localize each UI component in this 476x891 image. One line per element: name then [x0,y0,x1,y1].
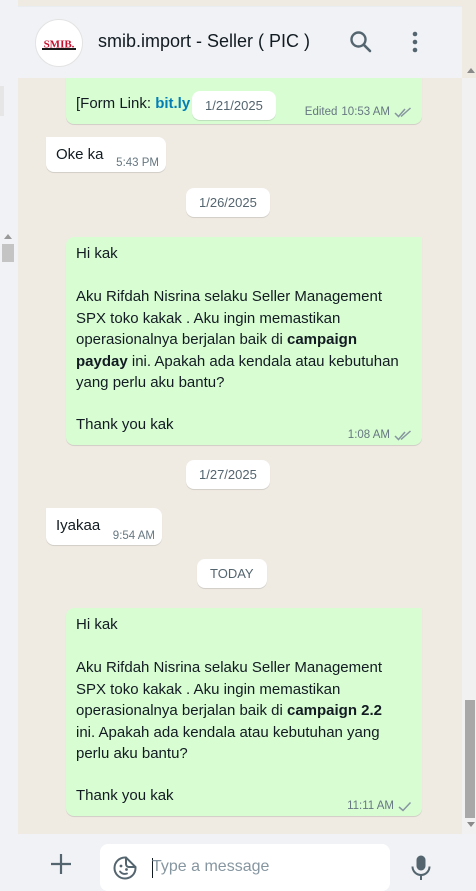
message-input-box[interactable] [100,844,390,891]
floating-date-pill: 1/21/2025 [192,91,276,120]
message-text: Oke ka [56,146,104,163]
contact-avatar[interactable]: SMIB. [35,19,83,67]
chat-title[interactable]: smib.import - Seller ( PIC ) [98,31,310,52]
date-separator: TODAY [197,559,267,588]
edited-label: Edited [304,106,338,118]
message-line: payday ini. Apakah ada kendala atau kebu… [76,352,399,370]
double-check-icon [394,430,412,441]
message-line: SPX toko kakak . Aku ingin memastikan [76,309,341,327]
message-line: ini. Apakah ada kendala atau kebutuhan y… [76,723,380,741]
pane-tab [0,86,4,116]
message-bubble-incoming[interactable]: Oke ka 5:43 PM [46,137,166,172]
single-check-icon [398,802,412,812]
message-list[interactable]: [Form Link: bit.ly Edited 10:53 AM 1/21/… [18,78,462,834]
message-meta: 5:43 PM [116,153,159,175]
message-greeting: Hi kak [76,616,118,633]
message-time: 10:53 AM [341,106,390,118]
message-meta: Edited 10:53 AM [305,102,412,124]
message-meta: 11:11 AM [347,796,412,818]
kebab-menu-icon[interactable] [408,27,422,57]
scroll-down-arrow[interactable] [467,822,475,827]
attach-plus-icon[interactable] [48,851,74,877]
message-line: Aku Rifdah Nisrina selaku Seller Managem… [76,659,382,676]
sticker-emoji-icon[interactable] [112,855,138,881]
message-composer [18,834,476,891]
message-greeting: Hi kak [76,245,118,262]
chat-header: SMIB. smib.import - Seller ( PIC ) [18,6,462,79]
message-bubble-outgoing[interactable]: Hi kak Aku Rifdah Nisrina selaku Seller … [66,237,422,445]
message-bubble-incoming[interactable]: Iyakaa 9:54 AM [46,508,162,545]
mini-scrollbar-thumb[interactable] [2,244,14,262]
mini-scroll-up-arrow[interactable] [4,234,12,239]
chat-scrollbar-thumb[interactable] [465,700,475,818]
scroll-up-arrow[interactable] [467,68,475,73]
date-separator: 1/27/2025 [186,460,270,489]
message-time: 5:43 PM [116,157,159,169]
message-line: operasionalnya berjalan baik di campaign… [76,702,383,719]
message-line: perlu aku bantu? [76,745,188,762]
search-icon[interactable] [348,29,374,55]
message-closing: Thank you kak [76,416,174,433]
form-link[interactable]: bit.ly [155,95,190,112]
message-line: yang perlu aku bantu? [76,374,225,391]
brand-logo-icon: SMIB. [41,36,77,51]
message-input[interactable] [152,852,382,882]
message-meta: 1:08 AM [348,425,412,447]
message-bubble-outgoing[interactable]: Hi kak Aku Rifdah Nisrina selaku Seller … [66,608,422,816]
message-line: SPX toko kakak . Aku ingin memastikan [76,680,341,698]
message-line: operasionalnya berjalan baik di campaign [76,331,358,348]
chat-window: SMIB. smib.import - Seller ( PIC ) [Form… [18,0,476,891]
microphone-icon[interactable] [408,854,434,882]
previous-pane-edge [0,0,19,891]
double-check-icon [394,107,412,118]
date-separator: 1/26/2025 [186,188,270,217]
message-text: [Form Link: bit.ly [76,95,191,112]
message-line: Aku Rifdah Nisrina selaku Seller Managem… [76,288,382,305]
message-closing: Thank you kak [76,787,174,804]
message-text: Iyakaa [56,517,101,534]
message-time: 11:11 AM [347,800,394,812]
message-meta: 9:54 AM [113,526,155,548]
message-time: 1:08 AM [347,429,390,441]
message-time: 9:54 AM [112,530,155,542]
